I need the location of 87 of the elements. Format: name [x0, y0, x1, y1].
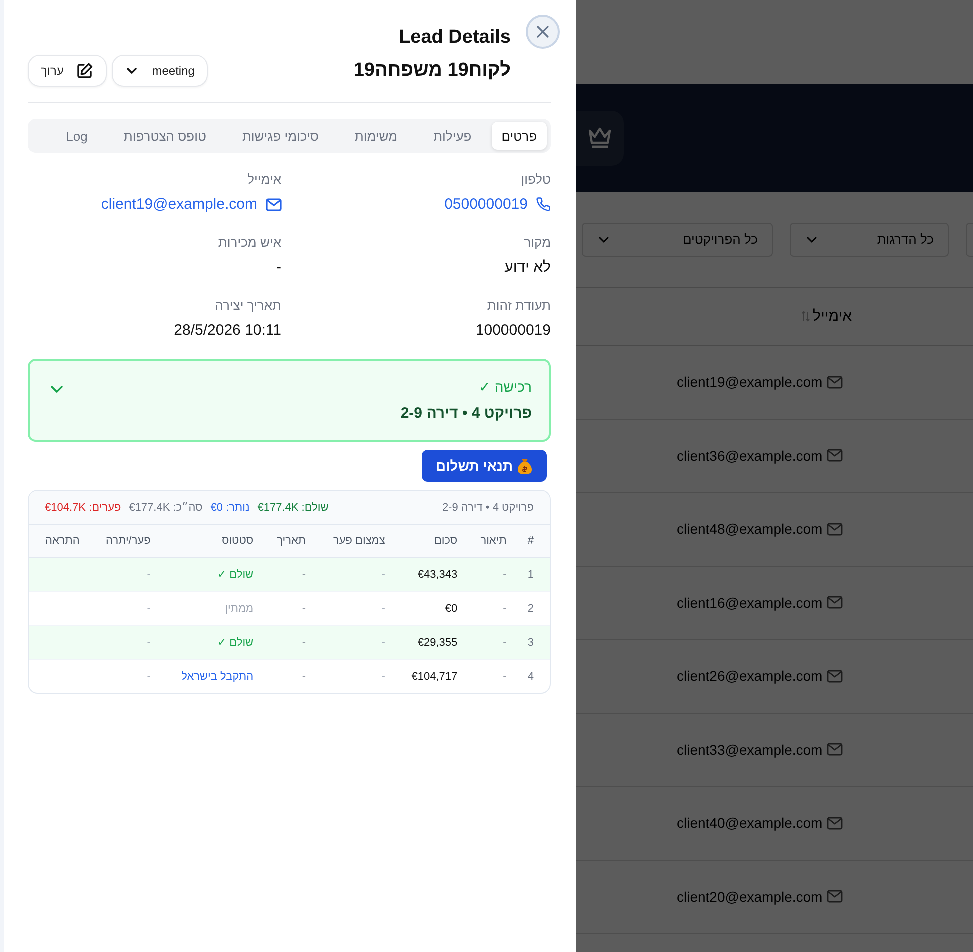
field-label: מקור [524, 235, 551, 250]
envelope-icon [826, 670, 843, 683]
envelope-icon [826, 743, 843, 756]
envelope-icon [826, 449, 843, 462]
tab[interactable]: Log [56, 122, 98, 150]
filter-select[interactable]: כל הדרגות [790, 222, 949, 256]
field-value: 10:11 28/5/2026 [174, 322, 282, 339]
envelope-icon [826, 596, 843, 610]
edit-button[interactable]: ערוך [28, 55, 107, 87]
column-header: תאריך [262, 525, 314, 558]
filter-select[interactable]: כל הפרויקטים [582, 222, 773, 256]
drawer-title: Lead Details [398, 27, 511, 49]
phone-icon [536, 197, 551, 212]
status-cell: שולם ✓ [158, 626, 262, 660]
payment-terms-button[interactable]: תנאי תשלום [422, 450, 547, 482]
status-cell: התקבל בישראל [158, 660, 262, 693]
table-cell: - [314, 558, 394, 592]
table-cell: - [466, 558, 515, 592]
summary-figure: נותר: €0 [210, 502, 250, 514]
lead-name: לקוח19 משפחה19 [354, 60, 511, 82]
envelope-icon [826, 522, 843, 536]
purchase-card[interactable]: רכישה ✓ פרויקט 4 • דירה 2-9 [28, 359, 551, 442]
email-link[interactable]: client19@example.com [101, 196, 258, 213]
summary-figure: סה״כ: €177.4K [129, 502, 203, 514]
tab[interactable]: פעילות [424, 122, 482, 150]
email-text: client16@example.com [677, 594, 823, 611]
purchase-unit: פרויקט 4 • דירה 2-9 [400, 405, 532, 422]
column-header: # [514, 525, 550, 558]
envelope-icon [826, 376, 843, 389]
field-label: טלפון [521, 172, 551, 187]
table-cell: - [88, 660, 159, 693]
status-select[interactable]: meeting [112, 55, 208, 87]
table-cell: - [88, 558, 159, 592]
table-cell: €104,717 [393, 660, 466, 693]
table-cell: - [466, 626, 515, 660]
tab[interactable]: משימות [344, 122, 408, 150]
table-cell: 3 [514, 626, 550, 660]
column-header: סכום [393, 525, 466, 558]
table-cell: 4 [514, 660, 550, 693]
column-header: התראה [29, 525, 88, 558]
field-label: תעודת זהות [487, 298, 551, 313]
table-cell: - [262, 626, 314, 660]
crown-icon [587, 127, 613, 149]
field-value: 100000019 [476, 322, 551, 339]
money-bag-icon [517, 457, 533, 475]
status-cell: שולם ✓ [158, 558, 262, 592]
envelope-icon [266, 198, 282, 212]
email-text: client20@example.com [677, 888, 823, 905]
email-text: client19@example.com [677, 374, 823, 390]
field-label: איש מכירות [218, 235, 282, 250]
table-cell: - [314, 626, 394, 660]
column-header: פער/יתרה [88, 525, 159, 558]
column-header: תיאור [466, 525, 515, 558]
email-text: client36@example.com [677, 448, 823, 464]
summary-figure: פערים: €104.7K [45, 502, 122, 514]
envelope-icon [826, 890, 843, 904]
table-cell: €29,355 [393, 626, 466, 660]
summary-figure: שולם: €177.4K [258, 502, 329, 514]
email-text: client48@example.com [677, 521, 823, 538]
table-cell: - [314, 660, 394, 693]
field-label: אימייל [248, 172, 282, 187]
envelope-icon [826, 816, 843, 830]
email-text: client40@example.com [677, 815, 823, 832]
field-value: - [276, 259, 282, 276]
close-icon [536, 25, 550, 39]
purchase-title: רכישה ✓ [478, 379, 532, 395]
field-label: תאריך יצירה [215, 298, 282, 313]
table-cell: 1 [514, 558, 550, 592]
table-cell: - [466, 660, 515, 693]
column-header: צמצום פער [314, 525, 394, 558]
column-header: אימייל [813, 308, 852, 325]
tab[interactable]: סיכומי פגישות [232, 122, 329, 150]
column-header: סטטוס [158, 525, 262, 558]
sort-icon[interactable] [802, 311, 810, 322]
table-cell: - [262, 660, 314, 693]
edit-icon [76, 62, 94, 80]
tab[interactable]: טופס הצטרפות [114, 122, 216, 150]
table-cell: - [88, 626, 159, 660]
close-button[interactable] [526, 15, 560, 49]
project-unit: פרויקט 4 • דירה 2-9 [442, 502, 534, 514]
table-cell: €43,343 [393, 558, 466, 592]
email-text: client26@example.com [677, 668, 823, 684]
email-text: client33@example.com [677, 742, 823, 758]
phone-link[interactable]: 0500000019 [444, 196, 528, 213]
table-cell: - [262, 558, 314, 592]
field-value: לא ידוע [504, 259, 551, 276]
tab[interactable]: פרטים [492, 122, 547, 150]
